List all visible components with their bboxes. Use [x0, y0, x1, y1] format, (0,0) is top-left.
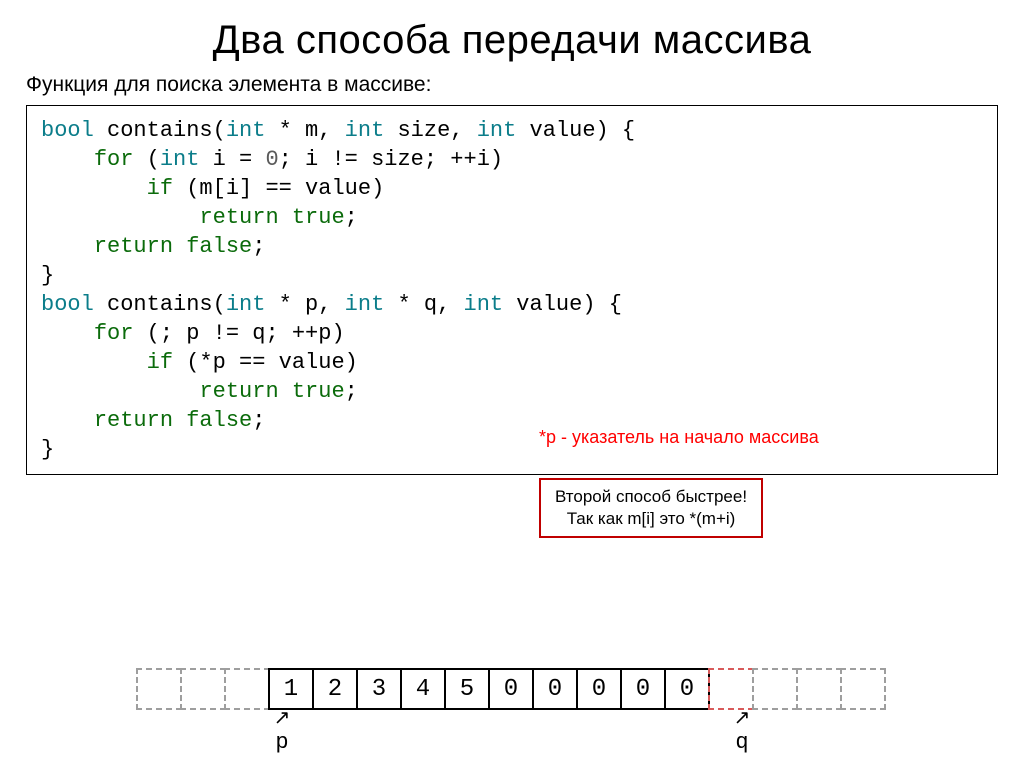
code-line: bool contains(int * p, int * q, int valu…: [41, 290, 983, 319]
memory-cell-empty: [752, 668, 798, 710]
code-line: for (; p != q; ++p): [41, 319, 983, 348]
pointer-p: ↗ p: [259, 710, 305, 755]
code-line: }: [41, 435, 983, 464]
arrow-up-icon: ↗: [259, 708, 305, 728]
code-block: bool contains(int * m, int size, int val…: [26, 105, 998, 475]
memory-cell: 5: [444, 668, 490, 710]
pointer-label: p: [259, 730, 305, 755]
code-line: bool contains(int * m, int size, int val…: [41, 116, 983, 145]
memory-cell-end: [708, 668, 754, 710]
memory-cell: 0: [488, 668, 534, 710]
memory-cell: 1: [268, 668, 314, 710]
memory-pointer-labels: ↗ p ↗ q: [0, 710, 1024, 755]
code-line: if (*p == value): [41, 348, 983, 377]
slide-title: Два способа передачи массива: [0, 0, 1024, 71]
code-line: }: [41, 261, 983, 290]
pointer-q: ↗ q: [719, 710, 765, 755]
slide-subtitle: Функция для поиска элемента в массиве:: [0, 71, 1024, 103]
memory-cell: 2: [312, 668, 358, 710]
annotation-speed-box: Второй способ быстрее! Так как m[i] это …: [539, 478, 763, 538]
arrow-up-icon: ↗: [719, 708, 765, 728]
annotation-line: Так как m[i] это *(m+i): [555, 508, 747, 530]
memory-cell-empty: [136, 668, 182, 710]
memory-cell: 0: [620, 668, 666, 710]
code-line: return false;: [41, 232, 983, 261]
code-line: if (m[i] == value): [41, 174, 983, 203]
memory-cell: 3: [356, 668, 402, 710]
memory-cell: 0: [664, 668, 710, 710]
memory-cell-empty: [224, 668, 270, 710]
memory-strip: 1 2 3 4 5 0 0 0 0 0: [0, 668, 1024, 710]
code-line: return true;: [41, 377, 983, 406]
memory-cell: 0: [532, 668, 578, 710]
annotation-pointer-note: *p - указатель на начало массива: [539, 426, 819, 450]
memory-cell: 0: [576, 668, 622, 710]
code-line: return true;: [41, 203, 983, 232]
memory-cell-empty: [796, 668, 842, 710]
code-line: for (int i = 0; i != size; ++i): [41, 145, 983, 174]
code-line: return false;: [41, 406, 983, 435]
memory-cell-empty: [840, 668, 886, 710]
pointer-label: q: [719, 730, 765, 755]
annotation-line: Второй способ быстрее!: [555, 486, 747, 508]
memory-cell: 4: [400, 668, 446, 710]
memory-cell-empty: [180, 668, 226, 710]
